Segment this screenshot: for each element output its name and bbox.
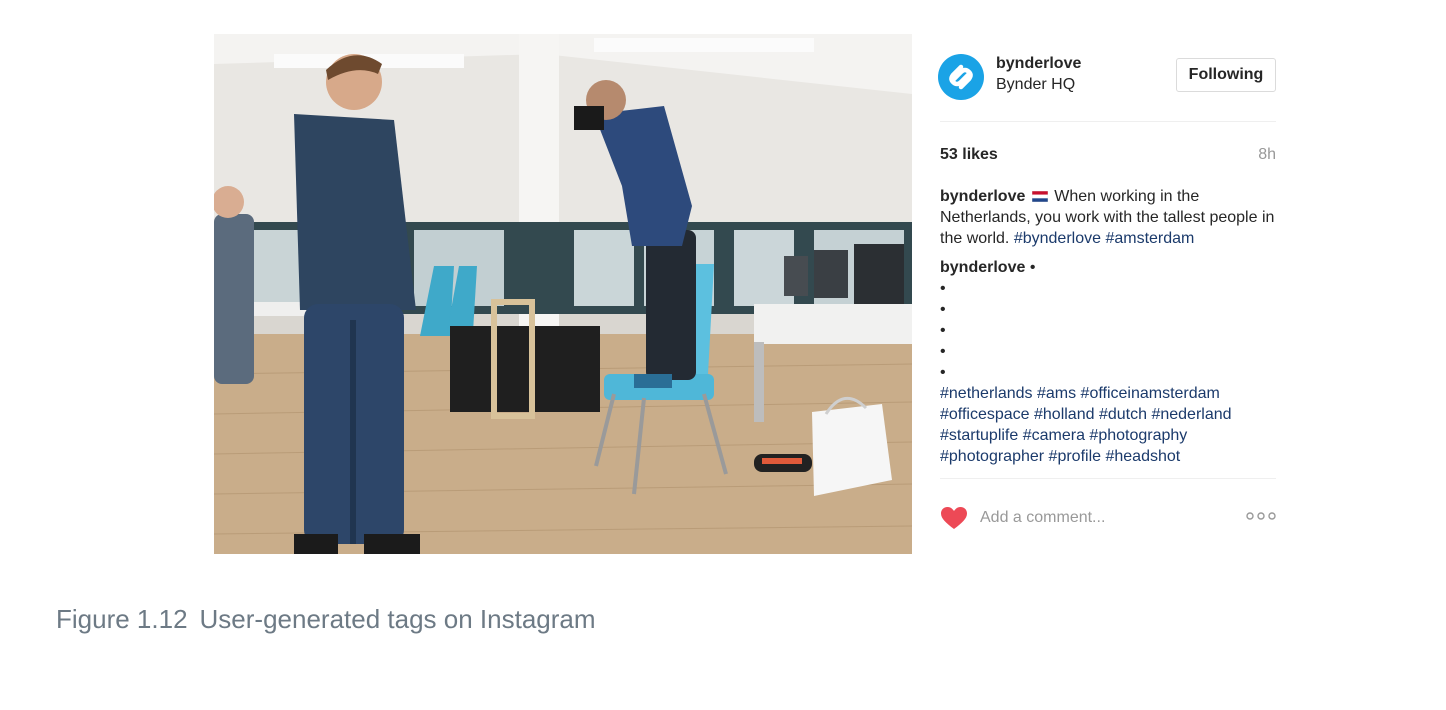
- more-options-icon[interactable]: [1246, 512, 1276, 520]
- hashtag-link[interactable]: #headshot: [1105, 448, 1180, 465]
- comment-bar: [940, 504, 1276, 536]
- header-divider: [940, 121, 1276, 122]
- hashtag-comment: bynderlove • • • • • • #netherlands #ams…: [940, 257, 1276, 467]
- bynder-logo-icon: [949, 64, 973, 90]
- hashtag-line: #startuplife #camera #photography: [940, 425, 1276, 446]
- comment-bullet: •: [940, 322, 946, 339]
- figure-caption-text: User-generated tags on Instagram: [199, 604, 596, 634]
- hashtag-link[interactable]: #ams: [1037, 385, 1076, 402]
- caption-comment: bynderlove When working in the Netherlan…: [940, 186, 1276, 249]
- comment-text: •: [1029, 259, 1036, 276]
- hashtag-link[interactable]: #officespace: [940, 406, 1030, 423]
- comment-username[interactable]: bynderlove: [940, 259, 1025, 276]
- comment-bullet: •: [940, 364, 946, 381]
- post-sidebar: bynderlove Bynder HQ Following 53 likes …: [938, 34, 1276, 554]
- hashtag-link[interactable]: #dutch: [1099, 406, 1147, 423]
- hashtag-link[interactable]: #amsterdam: [1105, 230, 1194, 247]
- comment-username[interactable]: bynderlove: [940, 188, 1025, 205]
- office-photo-illustration: [214, 34, 912, 554]
- figure-number: Figure 1.12: [56, 604, 188, 634]
- hashtag-line: #netherlands #ams #officeinamsterdam: [940, 383, 1276, 404]
- comment-bullet: •: [940, 343, 946, 360]
- add-comment-input[interactable]: [980, 504, 1230, 532]
- figure-caption: Figure 1.12 User-generated tags on Instag…: [56, 604, 596, 635]
- comment-bullet: •: [940, 301, 946, 318]
- avatar[interactable]: [938, 54, 984, 100]
- hashtag-line: #officespace #holland #dutch #nederland: [940, 404, 1276, 425]
- author-username[interactable]: bynderlove: [996, 55, 1081, 73]
- hashtag-link[interactable]: #startuplife: [940, 427, 1018, 444]
- comments-divider: [940, 478, 1276, 479]
- hashtag-line: #photographer #profile #headshot: [940, 446, 1276, 467]
- hashtag-link[interactable]: #profile: [1049, 448, 1101, 465]
- post-location[interactable]: Bynder HQ: [996, 76, 1075, 94]
- netherlands-flag-icon: [1031, 191, 1048, 202]
- post-header: bynderlove Bynder HQ Following: [938, 52, 1276, 122]
- hashtag-link[interactable]: #photographer: [940, 448, 1044, 465]
- hashtag-link[interactable]: #officeinamsterdam: [1081, 385, 1220, 402]
- instagram-post: bynderlove Bynder HQ Following 53 likes …: [214, 34, 1276, 554]
- comments-section: bynderlove When working in the Netherlan…: [940, 186, 1276, 478]
- likes-count[interactable]: 53 likes: [940, 146, 998, 164]
- comment-bullet: •: [940, 280, 946, 297]
- heart-icon[interactable]: [940, 506, 968, 530]
- post-photo[interactable]: [214, 34, 912, 554]
- hashtag-link[interactable]: #nederland: [1151, 406, 1231, 423]
- following-button[interactable]: Following: [1176, 58, 1276, 92]
- hashtag-link[interactable]: #netherlands: [940, 385, 1033, 402]
- hashtag-link[interactable]: #holland: [1034, 406, 1095, 423]
- hashtag-link[interactable]: #photography: [1089, 427, 1187, 444]
- hashtag-link[interactable]: #bynderlove: [1014, 230, 1101, 247]
- post-time[interactable]: 8h: [1258, 146, 1276, 164]
- hashtag-link[interactable]: #camera: [1023, 427, 1085, 444]
